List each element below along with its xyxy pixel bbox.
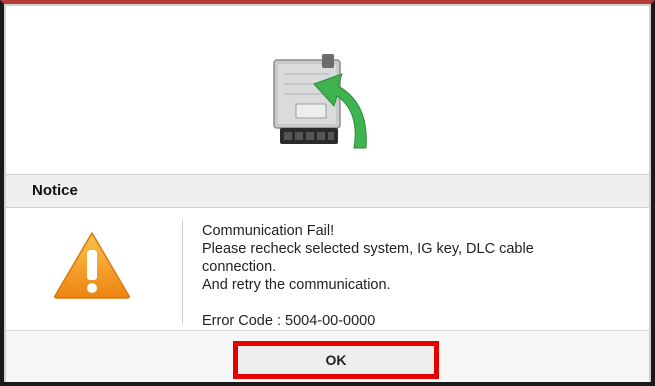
ok-button[interactable]: OK <box>233 341 439 379</box>
dialog-title: Notice <box>32 182 78 199</box>
dialog-body: Communication Fail! Please recheck selec… <box>6 208 649 330</box>
message-line: Communication Fail! <box>202 223 335 239</box>
warning-triangle-icon <box>54 232 130 299</box>
body-divider <box>182 220 183 324</box>
message-line: connection. <box>202 259 277 275</box>
dialog-footer: OK <box>6 330 649 382</box>
message-line: Please recheck selected system, IG key, … <box>202 241 534 257</box>
error-code: Error Code : 5004-00-0000 <box>202 313 376 329</box>
dialog-window: Notice Communication Fail! Please rechec… <box>4 4 651 382</box>
message-line: And retry the communication. <box>202 277 391 293</box>
dialog-message: Communication Fail! Please recheck selec… <box>202 222 534 330</box>
hero-area <box>6 6 649 172</box>
ecu-module-icon <box>273 54 367 149</box>
dialog-header: Notice <box>6 174 649 208</box>
